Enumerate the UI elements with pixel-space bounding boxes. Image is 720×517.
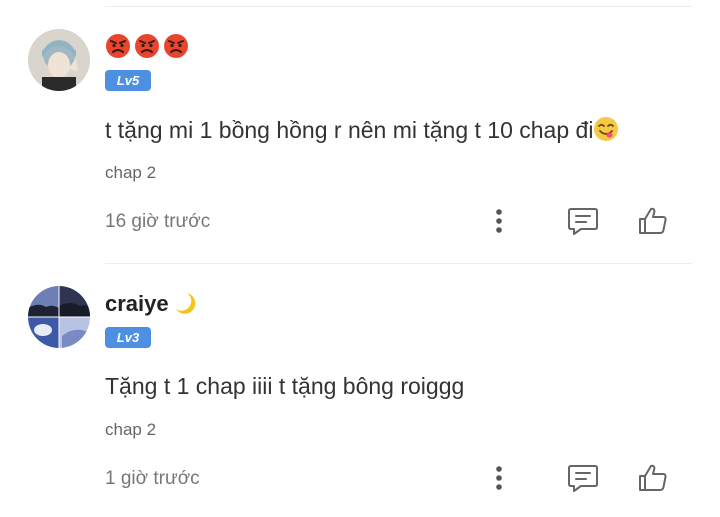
reply-icon[interactable] xyxy=(566,461,600,495)
username: craiye xyxy=(105,291,196,317)
angry-face-icon xyxy=(135,34,159,59)
timestamp: 16 giờ trước xyxy=(105,211,211,232)
crescent-moon-icon xyxy=(175,293,195,314)
angry-face-icon xyxy=(106,34,130,59)
chapter-tag[interactable]: chap 2 xyxy=(105,420,156,440)
top-divider xyxy=(105,6,692,7)
username xyxy=(105,32,192,59)
more-options-icon[interactable] xyxy=(482,461,516,495)
like-icon[interactable] xyxy=(636,204,670,238)
comment-text-content: t tặng mi 1 bồng hồng r nên mi tặng t 10… xyxy=(105,117,594,143)
more-options-icon[interactable] xyxy=(482,204,516,238)
angry-face-icon xyxy=(164,34,188,59)
username-text: craiye xyxy=(105,291,169,316)
timestamp: 1 giờ trước xyxy=(105,468,200,489)
avatar[interactable] xyxy=(28,29,90,91)
reply-icon[interactable] xyxy=(566,204,600,238)
comment-text: Tặng t 1 chap iiii t tặng bông roiggg xyxy=(105,373,465,399)
like-icon[interactable] xyxy=(636,461,670,495)
comment-text: t tặng mi 1 bồng hồng r nên mi tặng t 10… xyxy=(105,116,619,144)
yum-face-icon xyxy=(594,117,619,141)
chapter-tag[interactable]: chap 2 xyxy=(105,163,156,183)
comment-divider xyxy=(105,263,692,264)
avatar[interactable] xyxy=(28,286,90,348)
level-badge: Lv5 xyxy=(105,70,151,91)
level-badge: Lv3 xyxy=(105,327,151,348)
